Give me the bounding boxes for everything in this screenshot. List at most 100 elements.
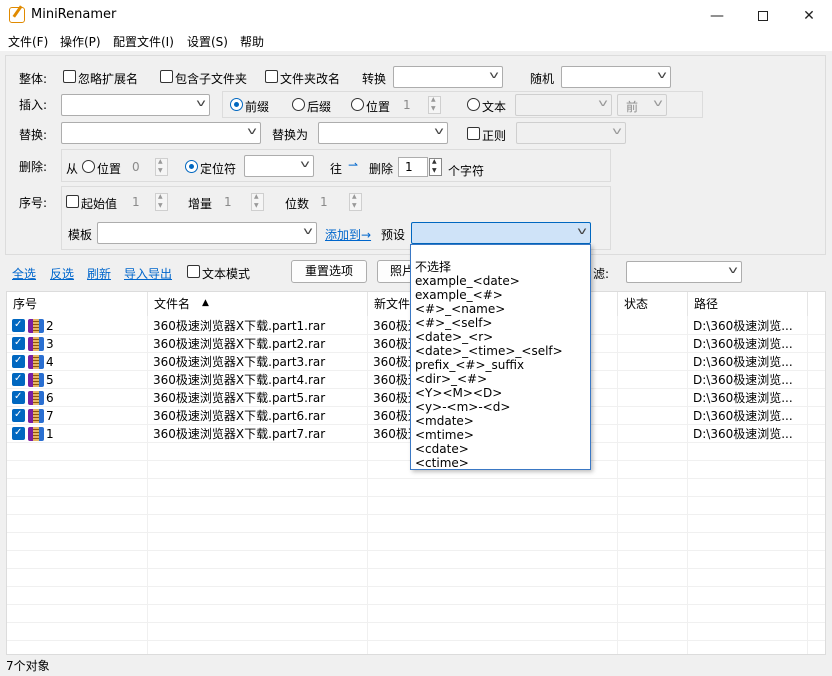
rar-file-icon xyxy=(28,427,44,441)
insert-front-select[interactable]: 前 v xyxy=(617,94,667,116)
step-stepper[interactable]: 1 xyxy=(217,192,267,212)
delete-position-stepper[interactable]: 0 xyxy=(125,157,171,177)
row-gridline xyxy=(7,586,825,587)
preset-option[interactable]: <Y><M><D> xyxy=(415,386,502,400)
preset-select[interactable]: v xyxy=(411,222,591,244)
row-path: D:\360极速浏览... xyxy=(693,373,793,387)
insert-text-select[interactable]: v xyxy=(61,94,210,116)
random-select[interactable]: v xyxy=(561,66,671,88)
ignore-ext-checkbox[interactable] xyxy=(63,70,76,83)
preset-option[interactable]: <#>_<name> xyxy=(415,302,505,316)
close-button[interactable]: ✕ xyxy=(786,0,832,31)
row-checkbox[interactable] xyxy=(12,373,25,386)
column-header-seq[interactable]: 序号 xyxy=(7,292,148,316)
menu-operation[interactable]: 操作(P) xyxy=(60,33,101,50)
template-select[interactable]: v xyxy=(97,222,317,244)
start-value-checkbox[interactable] xyxy=(66,195,79,208)
preset-option[interactable]: 不选择 xyxy=(415,260,451,274)
menu-settings[interactable]: 设置(S) xyxy=(187,33,228,50)
suffix-radio[interactable] xyxy=(292,98,305,111)
column-header-status[interactable]: 状态 xyxy=(618,292,688,316)
rename-folder-label: 文件夹改名 xyxy=(280,72,341,86)
replace-find-select[interactable]: v xyxy=(61,122,261,144)
preset-option[interactable]: example_<#> xyxy=(415,288,503,302)
stepper-arrows-icon[interactable] xyxy=(155,193,168,211)
stepper-arrows-icon[interactable] xyxy=(251,193,264,211)
replace-with-select[interactable]: v xyxy=(318,122,448,144)
locator-select[interactable]: v xyxy=(244,155,314,177)
column-header-name[interactable]: 文件名 ▲ xyxy=(148,292,368,316)
start-value-stepper[interactable]: 1 xyxy=(125,192,171,212)
template-label: 模板 xyxy=(68,228,93,242)
chevron-down-icon: v xyxy=(300,159,310,170)
select-all-link[interactable]: 全选 xyxy=(12,265,36,282)
convert-select[interactable]: v xyxy=(393,66,503,88)
row-newname: 360极速 xyxy=(373,427,413,441)
rename-folder-checkbox[interactable] xyxy=(265,70,278,83)
refresh-link[interactable]: 刷新 xyxy=(87,265,111,282)
row-checkbox[interactable] xyxy=(12,355,25,368)
preset-option[interactable]: <mtime> xyxy=(415,428,474,442)
text-radio[interactable] xyxy=(467,98,480,111)
random-label: 随机 xyxy=(530,72,555,86)
menu-profile[interactable]: 配置文件(I) xyxy=(113,33,174,50)
preset-option[interactable]: <#>_<self> xyxy=(415,316,492,330)
reset-options-button[interactable]: 重置选项 xyxy=(291,260,367,283)
insert-position-stepper[interactable]: 1 xyxy=(396,95,442,115)
import-export-link[interactable]: 导入导出 xyxy=(124,265,172,282)
stepper-arrows-icon[interactable] xyxy=(349,193,362,211)
maximize-button[interactable] xyxy=(740,0,786,31)
row-gridline xyxy=(7,496,825,497)
insert-textvalue-select[interactable]: v xyxy=(515,94,612,116)
app-pencil-icon xyxy=(9,7,25,23)
preset-option[interactable]: <date>_<r> xyxy=(415,330,493,344)
direction-toggle-link[interactable]: ⇀ xyxy=(348,158,358,172)
preset-option[interactable]: <cdate> xyxy=(415,442,469,456)
preset-option[interactable]: <dir>_<#> xyxy=(415,372,487,386)
row-checkbox[interactable] xyxy=(12,319,25,332)
preset-dropdown-list[interactable]: 不选择 example_<date> example_<#> <#>_<name… xyxy=(410,244,591,470)
row-checkbox[interactable] xyxy=(12,427,25,440)
locator-label: 定位符 xyxy=(200,162,237,176)
prefix-radio[interactable] xyxy=(230,98,243,111)
regex-select[interactable]: v xyxy=(516,122,626,144)
text-mode-checkbox[interactable] xyxy=(187,265,200,278)
delete-count-stepper[interactable]: 1 xyxy=(398,157,444,177)
preset-option[interactable]: <date>_<time>_<self> xyxy=(415,344,563,358)
menu-file[interactable]: 文件(F) xyxy=(8,33,48,50)
start-value-label: 起始值 xyxy=(81,197,118,211)
window-title: MiniRenamer xyxy=(31,7,117,22)
row-checkbox[interactable] xyxy=(12,391,25,404)
menu-bar: 文件(F) 操作(P) 配置文件(I) 设置(S) 帮助 xyxy=(0,31,832,51)
invert-selection-link[interactable]: 反选 xyxy=(50,265,74,282)
preset-option[interactable]: <y>-<m>-<d> xyxy=(415,400,510,414)
row-newname: 360极速 xyxy=(373,355,413,369)
regex-checkbox[interactable] xyxy=(467,127,480,140)
preset-label: 预设 xyxy=(381,228,406,242)
row-seq: 2 xyxy=(46,319,54,333)
menu-help[interactable]: 帮助 xyxy=(240,33,264,50)
column-header-path[interactable]: 路径 xyxy=(688,292,808,316)
preset-option[interactable]: prefix_<#>_suffix xyxy=(415,358,524,372)
delete-position-radio[interactable] xyxy=(82,160,95,173)
rar-file-icon xyxy=(28,355,44,369)
stepper-arrows-icon[interactable] xyxy=(155,158,168,176)
row-checkbox[interactable] xyxy=(12,337,25,350)
include-sub-checkbox[interactable] xyxy=(160,70,173,83)
stepper-arrows-icon[interactable] xyxy=(428,96,441,114)
filter-select[interactable]: v xyxy=(626,261,742,283)
delete-count-value[interactable]: 1 xyxy=(398,157,428,177)
preset-option[interactable]: <mdate> xyxy=(415,414,474,428)
regex-label: 正则 xyxy=(482,129,507,143)
preset-option[interactable]: example_<date> xyxy=(415,274,520,288)
row-checkbox[interactable] xyxy=(12,409,25,422)
minimize-button[interactable]: — xyxy=(694,0,740,31)
preset-option[interactable]: <ctime> xyxy=(415,456,469,470)
status-bar: 7个对象 xyxy=(0,655,832,676)
position-radio[interactable] xyxy=(351,98,364,111)
stepper-arrows-icon[interactable] xyxy=(429,158,442,176)
locator-radio[interactable] xyxy=(185,160,198,173)
add-to-link[interactable]: 添加到→ xyxy=(325,226,371,243)
direction-label: 往 xyxy=(330,162,343,176)
digits-stepper[interactable]: 1 xyxy=(313,192,363,212)
